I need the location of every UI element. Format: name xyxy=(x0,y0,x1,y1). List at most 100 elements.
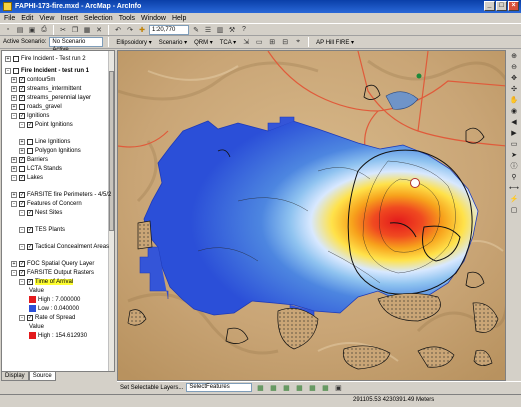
collapse-icon[interactable]: - xyxy=(19,314,25,321)
tool-a-icon[interactable]: ⇲ xyxy=(241,37,251,47)
scenario-select[interactable]: No Scenario Active xyxy=(49,37,104,53)
layer-checkbox[interactable]: ✓ xyxy=(27,314,33,321)
map-canvas[interactable] xyxy=(117,50,506,381)
layer-checkbox[interactable] xyxy=(19,165,25,172)
select-features-icon[interactable]: ▭ xyxy=(509,140,519,149)
toc-item[interactable]: High : 7.000000 xyxy=(29,295,80,304)
forward-extent-icon[interactable]: ▶ xyxy=(509,129,519,138)
toc-item[interactable]: - ✓ Tactical Concealment Areas xyxy=(19,242,109,251)
toc-item[interactable]: - Fire Incident - test run 1 xyxy=(5,66,89,75)
zoom-out-icon[interactable]: ⊖ xyxy=(509,63,519,72)
menu-selection[interactable]: Selection xyxy=(84,15,113,22)
layer-checkbox[interactable]: ✓ xyxy=(19,191,25,198)
new-icon[interactable]: ▫ xyxy=(3,25,13,35)
undo-icon[interactable]: ↶ xyxy=(113,25,123,35)
fixed-zoom-in-icon[interactable]: ✥ xyxy=(509,74,519,83)
layer-checkbox[interactable] xyxy=(27,147,33,154)
zoom-in-icon[interactable]: ⊕ xyxy=(509,52,519,61)
toc-item[interactable]: + LCTA Stands xyxy=(11,164,62,173)
collapse-icon[interactable]: - xyxy=(11,200,17,207)
open-icon[interactable]: ▤ xyxy=(15,25,25,35)
toc-item[interactable]: + Polygon Ignitions xyxy=(19,146,81,155)
toc-item[interactable]: + ✓ FOC Spatial Query Layer xyxy=(11,259,94,268)
hyperlink-icon[interactable]: ⚡ xyxy=(509,195,519,204)
expand-icon[interactable]: + xyxy=(11,103,17,110)
toc-item[interactable]: + ✓ FARSITE fire Perimeters - 4/5/2 xyxy=(11,190,111,199)
toc-item[interactable]: - ✓ Time of Arrival xyxy=(19,277,74,286)
expand-icon[interactable]: + xyxy=(11,165,17,172)
collapse-icon[interactable]: - xyxy=(19,226,25,233)
tca-menu[interactable]: TCA ▾ xyxy=(218,39,238,46)
toc-item[interactable]: High : 154.612930 xyxy=(29,331,87,340)
find-icon[interactable]: ⚲ xyxy=(509,173,519,182)
toc-item[interactable]: - ✓ Nest Sites xyxy=(19,208,62,217)
menu-edit[interactable]: Edit xyxy=(21,15,33,22)
menu-help[interactable]: Help xyxy=(172,15,186,22)
collapse-icon[interactable]: - xyxy=(19,243,25,250)
tab-display[interactable]: Display xyxy=(1,372,29,381)
pan-icon[interactable]: ✋ xyxy=(509,96,519,105)
expand-icon[interactable]: + xyxy=(11,85,17,92)
select-tool-d-icon[interactable]: ▦ xyxy=(294,383,304,393)
minimize-button[interactable]: _ xyxy=(484,1,495,11)
select-tool-f-icon[interactable]: ▦ xyxy=(320,383,330,393)
ellipsoidory-menu[interactable]: Ellipsoidory ▾ xyxy=(114,39,153,46)
toc-item[interactable]: - ✓ Ignitions xyxy=(11,111,49,120)
collapse-icon[interactable]: - xyxy=(19,121,25,128)
toc-item[interactable]: + ✓ streams_perennial layer xyxy=(11,93,91,102)
print-icon[interactable]: ⎙ xyxy=(39,25,49,35)
select-elements-icon[interactable]: ➤ xyxy=(509,151,519,160)
layer-checkbox[interactable] xyxy=(27,138,33,145)
fire-map[interactable] xyxy=(118,51,506,381)
layer-checkbox[interactable] xyxy=(13,67,19,74)
layer-checkbox[interactable]: ✓ xyxy=(27,209,33,216)
toc-item[interactable]: - ✓ FARSITE Output Rasters xyxy=(11,268,94,277)
toc-item[interactable]: + ✓ Barriers xyxy=(11,155,48,164)
layer-checkbox[interactable] xyxy=(13,55,19,62)
toc-item[interactable]: - ✓ Point Ignitions xyxy=(19,120,73,129)
tab-source[interactable]: Source xyxy=(28,372,56,381)
collapse-icon[interactable]: - xyxy=(19,278,25,285)
menu-file[interactable]: File xyxy=(4,15,15,22)
collapse-icon[interactable]: - xyxy=(11,269,17,276)
full-extent-icon[interactable]: ◉ xyxy=(509,107,519,116)
layer-checkbox[interactable]: ✓ xyxy=(27,121,33,128)
expand-icon[interactable]: + xyxy=(11,156,17,163)
toc-item[interactable]: Value xyxy=(29,286,44,295)
magnifier-icon[interactable]: ▢ xyxy=(509,206,519,215)
collapse-icon[interactable]: - xyxy=(11,112,17,119)
select-tool-a-icon[interactable]: ▦ xyxy=(255,383,265,393)
tool-b-icon[interactable]: ▭ xyxy=(254,37,264,47)
layer-checkbox[interactable]: ✓ xyxy=(19,174,25,181)
layer-checkbox[interactable]: ✓ xyxy=(19,200,25,207)
toc-item[interactable]: - ✓ TES Plants xyxy=(19,225,65,234)
layer-checkbox[interactable]: ✓ xyxy=(19,260,25,267)
layer-checkbox[interactable]: ✓ xyxy=(19,76,25,83)
tool-e-icon[interactable]: ⌖ xyxy=(293,37,303,47)
expand-icon[interactable]: + xyxy=(11,94,17,101)
collapse-icon[interactable]: - xyxy=(19,209,25,216)
expand-icon[interactable]: + xyxy=(5,55,11,62)
expand-icon[interactable]: + xyxy=(19,138,25,145)
toolbox-icon[interactable]: ⚒ xyxy=(227,25,237,35)
catalog-icon[interactable]: ▥ xyxy=(215,25,225,35)
scenario-menu[interactable]: Scenario ▾ xyxy=(157,39,189,46)
copy-icon[interactable]: ❐ xyxy=(70,25,80,35)
maximize-button[interactable]: □ xyxy=(496,1,507,11)
layer-checkbox[interactable]: ✓ xyxy=(19,94,25,101)
layer-checkbox[interactable]: ✓ xyxy=(19,156,25,163)
collapse-icon[interactable]: - xyxy=(11,174,17,181)
layer-checkbox[interactable]: ✓ xyxy=(19,112,25,119)
menu-window[interactable]: Window xyxy=(141,15,166,22)
fixed-zoom-out-icon[interactable]: ✣ xyxy=(509,85,519,94)
select-tool-e-icon[interactable]: ▦ xyxy=(307,383,317,393)
save-icon[interactable]: ▣ xyxy=(27,25,37,35)
layer-checkbox[interactable]: ✓ xyxy=(27,278,33,285)
toc-icon[interactable]: ☰ xyxy=(203,25,213,35)
collapse-icon[interactable]: - xyxy=(5,67,11,74)
select-tool-g-icon[interactable]: ▣ xyxy=(333,383,343,393)
toc-item[interactable]: + ✓ streams_intermittent xyxy=(11,84,81,93)
toc-scrollbar[interactable] xyxy=(108,51,114,371)
toc-item[interactable]: Low : 0.040000 xyxy=(29,304,79,313)
qrm-menu[interactable]: QRM ▾ xyxy=(192,39,215,46)
